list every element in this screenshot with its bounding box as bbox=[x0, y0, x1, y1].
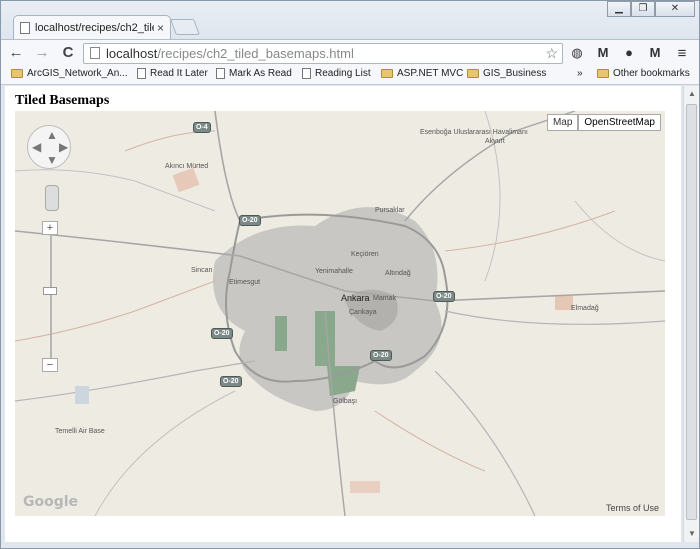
map-type-openstreetmap-button[interactable]: OpenStreetMap bbox=[578, 114, 661, 131]
zoom-in-button[interactable]: + bbox=[42, 221, 58, 235]
map-label-temelli: Temelli Air Base bbox=[55, 428, 105, 435]
bookmark-item[interactable]: GIS_Business bbox=[467, 68, 546, 79]
bookmark-label: ASP.NET MVC bbox=[397, 68, 464, 79]
page-content: Tiled Basemaps O-4 O-20 O-20 O-20 O-20 O… bbox=[5, 86, 681, 542]
zoom-control: + − bbox=[42, 221, 60, 372]
page-icon bbox=[137, 68, 146, 79]
bookmark-item[interactable]: Mark As Read bbox=[216, 68, 292, 79]
road-shield: O-20 bbox=[211, 328, 233, 339]
terms-link[interactable]: Terms of Use bbox=[606, 503, 659, 513]
map-label-etimesgut: Etimesgut bbox=[229, 279, 261, 286]
bookmark-item[interactable]: Reading List bbox=[302, 68, 371, 79]
tab-close-icon[interactable]: × bbox=[157, 21, 164, 35]
map-label-altindag: Altındağ bbox=[385, 270, 411, 277]
map-label-elmadag: Elmadağ bbox=[571, 305, 599, 312]
browser-tab[interactable]: localhost/recipes/ch2_tile × bbox=[13, 15, 171, 39]
map-tiles bbox=[15, 111, 665, 516]
pan-up-icon[interactable]: ▲ bbox=[46, 128, 58, 142]
road-shield: O-4 bbox=[193, 122, 211, 133]
map-label-yenimahalle: Yenimahalle bbox=[315, 268, 353, 275]
address-bar[interactable]: localhost/recipes/ch2_tiled_basemaps.htm… bbox=[83, 43, 563, 64]
bookmark-item[interactable]: Read It Later bbox=[137, 68, 208, 79]
map-label-golbasi: Gölbaşı bbox=[333, 398, 358, 405]
gmail-icon[interactable]: M bbox=[594, 45, 612, 60]
pan-down-icon[interactable]: ▼ bbox=[46, 153, 58, 167]
page-icon bbox=[302, 68, 311, 79]
map-label-mamak: Mamak bbox=[373, 295, 396, 302]
gmail-checker-icon[interactable]: M bbox=[646, 45, 664, 60]
map-label-ankara: Ankara bbox=[341, 293, 370, 303]
url-host: localhost bbox=[106, 46, 158, 61]
scroll-up-icon[interactable]: ▲ bbox=[684, 86, 700, 102]
bookmark-label: ArcGIS_Network_An... bbox=[27, 68, 128, 79]
other-bookmarks[interactable]: Other bookmarks bbox=[597, 68, 690, 79]
map-canvas[interactable]: O-4 O-20 O-20 O-20 O-20 O-20 Ankara Mama… bbox=[15, 111, 665, 516]
road-shield: O-20 bbox=[433, 291, 455, 302]
bookmark-label: GIS_Business bbox=[483, 68, 547, 79]
map-label-sincan: Sincan bbox=[191, 267, 213, 274]
bookmark-label: Mark As Read bbox=[229, 68, 292, 79]
window-controls: ▁ ❐ ✕ bbox=[607, 1, 695, 17]
vertical-scrollbar[interactable]: ▲ ▼ bbox=[683, 86, 699, 542]
new-tab-button[interactable] bbox=[170, 19, 200, 35]
folder-icon bbox=[597, 69, 609, 78]
bookmark-label: Other bookmarks bbox=[613, 68, 690, 79]
navigation-toolbar: ← → C localhost/recipes/ch2_tiled_basema… bbox=[1, 39, 699, 65]
map-label-akinci: Akıncı Mürted bbox=[165, 163, 209, 170]
title-bar: localhost/recipes/ch2_tile × ▁ ❐ ✕ bbox=[1, 1, 699, 39]
pegman-icon[interactable] bbox=[45, 185, 59, 211]
bookmark-item[interactable]: ArcGIS_Network_An... bbox=[11, 68, 128, 79]
scroll-thumb[interactable] bbox=[686, 104, 697, 520]
tab-title: localhost/recipes/ch2_tile bbox=[35, 21, 154, 34]
folder-icon bbox=[467, 69, 479, 78]
page-icon bbox=[216, 68, 225, 79]
folder-icon bbox=[11, 69, 23, 78]
bookmark-star-icon[interactable]: ☆ bbox=[545, 44, 558, 63]
menu-icon[interactable]: ≡ bbox=[673, 45, 691, 62]
page-icon bbox=[20, 21, 30, 34]
map-label-akyurt: Akyurt bbox=[485, 138, 505, 145]
folder-icon bbox=[381, 69, 393, 78]
map-type-map-button[interactable]: Map bbox=[546, 114, 579, 131]
google-logo: Google bbox=[23, 494, 79, 510]
bookmarks-bar: ArcGIS_Network_An... Read It Later Mark … bbox=[1, 65, 699, 85]
browser-window: localhost/recipes/ch2_tile × ▁ ❐ ✕ ← → C… bbox=[0, 0, 700, 549]
map-label-esenboga: Esenboğa Uluslararası Havalimanı bbox=[420, 129, 528, 136]
map-label-pursaklar: Pursaklar bbox=[375, 207, 405, 214]
map-type-control: Map OpenStreetMap bbox=[546, 114, 661, 131]
url-path: /recipes/ch2_tiled_basemaps.html bbox=[157, 46, 354, 61]
reload-button[interactable]: C bbox=[59, 44, 77, 62]
globe-icon[interactable]: ◍ bbox=[568, 45, 586, 61]
bookmark-item[interactable]: ASP.NET MVC bbox=[381, 68, 463, 79]
bookmark-label: Reading List bbox=[315, 68, 371, 79]
bookmarks-overflow-button[interactable]: » bbox=[577, 68, 583, 79]
road-shield: O-20 bbox=[220, 376, 242, 387]
road-shield: O-20 bbox=[370, 350, 392, 361]
page-icon bbox=[90, 47, 100, 59]
pin-icon[interactable]: ● bbox=[620, 45, 638, 60]
minimize-button[interactable]: ▁ bbox=[607, 1, 631, 17]
bookmark-label: Read It Later bbox=[150, 68, 208, 79]
zoom-out-button[interactable]: − bbox=[42, 358, 58, 372]
maximize-button[interactable]: ❐ bbox=[631, 1, 655, 17]
map-label-kecioren: Keçiören bbox=[351, 251, 379, 258]
scroll-down-icon[interactable]: ▼ bbox=[684, 526, 700, 542]
road-shield: O-20 bbox=[239, 215, 261, 226]
pan-left-icon[interactable]: ◀ bbox=[32, 140, 41, 154]
back-button[interactable]: ← bbox=[7, 44, 25, 62]
zoom-slider-rail[interactable] bbox=[50, 233, 52, 363]
pan-control[interactable]: ▲ ▼ ◀ ▶ bbox=[27, 125, 71, 169]
map-label-cankaya: Çankaya bbox=[349, 309, 377, 316]
pan-right-icon[interactable]: ▶ bbox=[59, 140, 68, 154]
forward-button[interactable]: → bbox=[33, 44, 51, 62]
close-window-button[interactable]: ✕ bbox=[655, 1, 695, 17]
page-title: Tiled Basemaps bbox=[15, 93, 110, 108]
zoom-slider-handle[interactable] bbox=[43, 287, 57, 295]
